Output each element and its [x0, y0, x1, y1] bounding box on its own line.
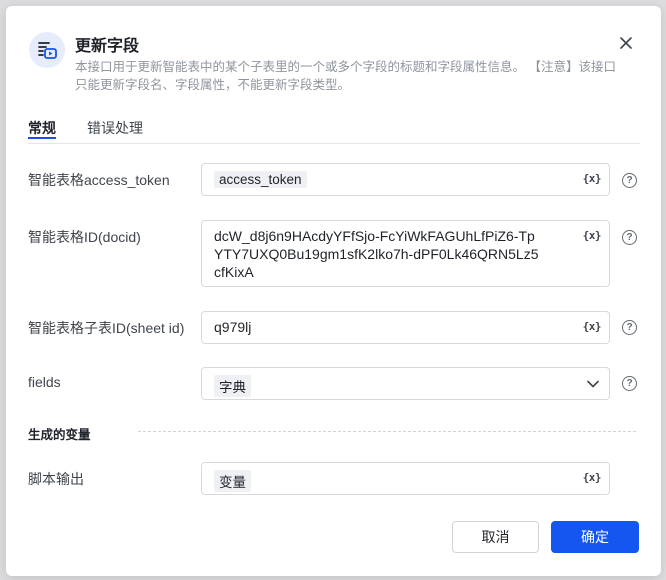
script-output-variable-tag[interactable]: 变量: [214, 470, 251, 492]
script-output-label: 脚本输出: [28, 471, 84, 487]
generated-variables-title: 生成的变量: [28, 428, 91, 442]
variable-icon[interactable]: {x}: [583, 471, 602, 484]
tab-general[interactable]: 常规: [28, 118, 56, 139]
close-icon: [620, 37, 632, 49]
docid-label: 智能表格ID(docid): [28, 229, 141, 245]
smart-sheet-icon: [29, 32, 65, 68]
tab-bar: 常规 错误处理: [28, 112, 640, 144]
access-token-input[interactable]: access_token {x}: [201, 163, 610, 196]
section-divider: [138, 431, 636, 432]
dialog-description: 本接口用于更新智能表中的某个子表里的一个或多个字段的标题和字段属性信息。 【注意…: [75, 60, 616, 92]
close-button[interactable]: [616, 33, 636, 53]
tab-general-label: 常规: [28, 120, 56, 136]
access-token-variable-tag[interactable]: access_token: [214, 171, 307, 188]
help-icon[interactable]: ?: [622, 173, 637, 188]
tab-error-handling-label: 错误处理: [87, 120, 143, 136]
access-token-label: 智能表格access_token: [28, 172, 170, 188]
variable-icon[interactable]: {x}: [583, 229, 602, 242]
help-icon[interactable]: ?: [622, 320, 637, 335]
variable-icon[interactable]: {x}: [583, 172, 602, 185]
chevron-down-icon: [587, 380, 599, 388]
sheet-id-label: 智能表格子表ID(sheet id): [28, 320, 185, 336]
fields-type-tag: 字典: [214, 375, 251, 397]
dialog-title: 更新字段: [75, 38, 140, 55]
fields-label: fields: [28, 374, 61, 390]
update-field-dialog: 更新字段 本接口用于更新智能表中的某个子表里的一个或多个字段的标题和字段属性信息…: [6, 6, 661, 576]
help-icon[interactable]: ?: [622, 230, 637, 245]
docid-input[interactable]: dcW_d8j6n9HAcdyYFfSjo-FcYiWkFAGUhLfPiZ6-…: [201, 220, 610, 287]
active-tab-indicator: [28, 137, 56, 139]
confirm-button[interactable]: 确定: [551, 521, 639, 553]
docid-value: dcW_d8j6n9HAcdyYFfSjo-FcYiWkFAGUhLfPiZ6-…: [214, 228, 539, 280]
variable-icon[interactable]: {x}: [583, 320, 602, 333]
tab-error-handling[interactable]: 错误处理: [87, 118, 143, 138]
help-icon[interactable]: ?: [622, 376, 637, 391]
sheet-id-input[interactable]: q979lj {x}: [201, 311, 610, 344]
script-output-input[interactable]: 变量 {x}: [201, 462, 610, 495]
fields-select[interactable]: 字典: [201, 367, 610, 400]
sheet-id-value: q979lj: [214, 319, 252, 335]
cancel-button[interactable]: 取消: [452, 521, 539, 553]
